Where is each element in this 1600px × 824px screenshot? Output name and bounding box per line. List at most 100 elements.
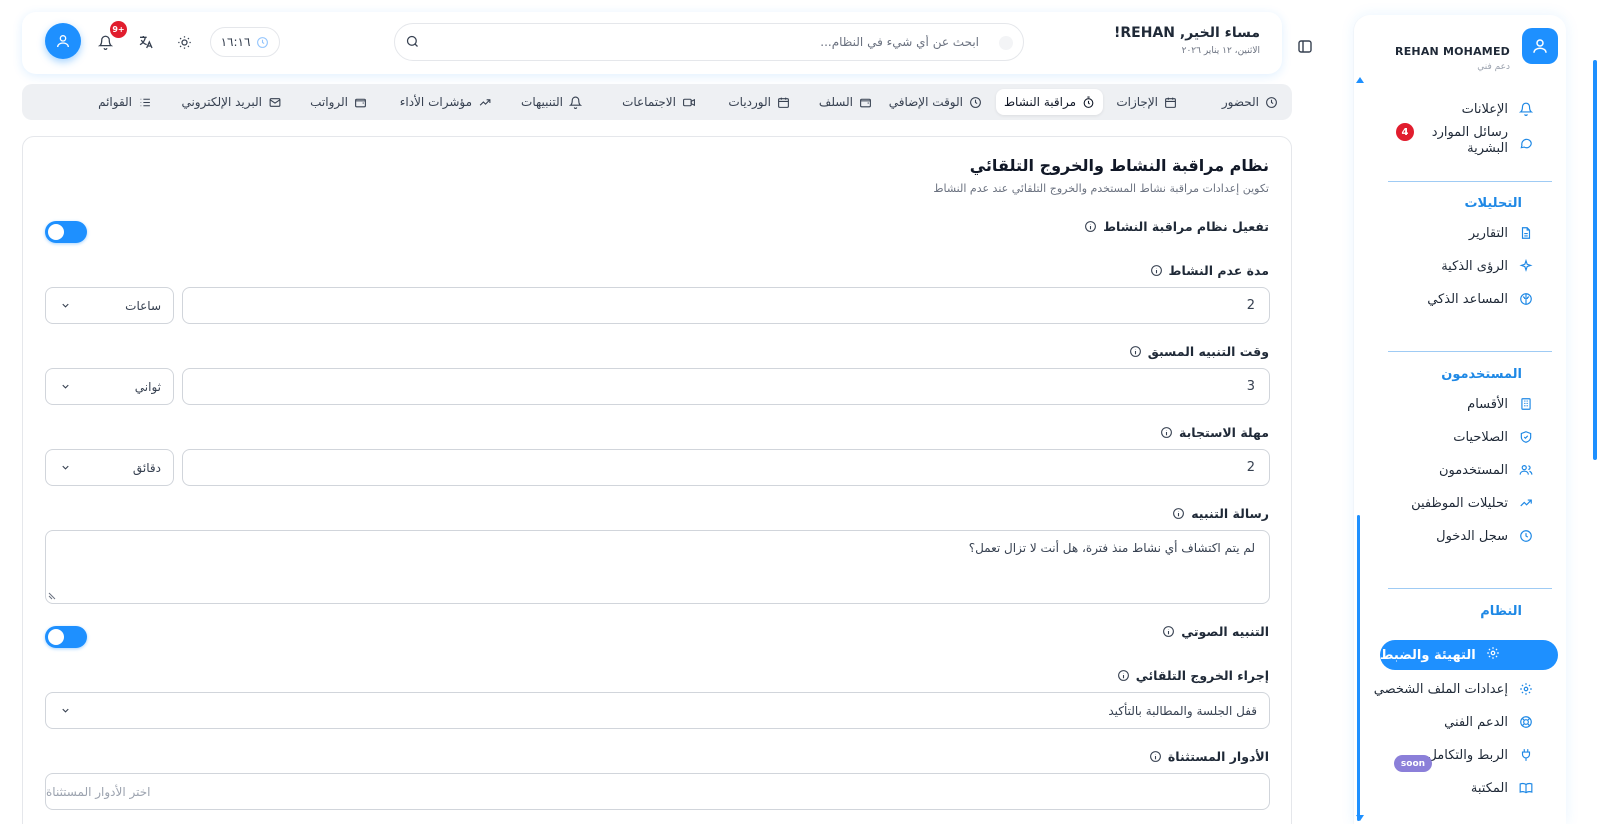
enable-monitoring-toggle[interactable] [45,221,87,243]
inactivity-unit-select[interactable]: ساعات [45,287,174,324]
sidebar-item-reports[interactable]: التقارير [1469,219,1534,247]
sidebar-user-header[interactable]: REHAN MOHAMED دعم فني [1354,15,1566,77]
sidebar-item-ai-assistant[interactable]: المساعد الذكي [1427,285,1534,313]
warning-unit-select[interactable]: ثواني [45,368,174,405]
page-scrollbar[interactable] [1593,60,1597,460]
info-icon[interactable] [1117,669,1130,682]
response-unit-select[interactable]: دقائق [45,449,174,486]
user-icon [57,35,69,48]
sidebar-divider [1388,588,1552,589]
sidebar-item-users[interactable]: المستخدمون [1439,456,1534,484]
info-icon[interactable] [1084,220,1097,233]
info-icon[interactable] [1160,426,1173,439]
sidebar-item-label: الإعلانات [1461,101,1508,117]
tab-overtime[interactable]: الوقت الإضافي [889,89,982,115]
tab-label: الرواتب [310,95,348,109]
scroll-down-arrow[interactable] [1356,815,1364,821]
sidebar-item-label: المستخدمون [1438,462,1508,478]
sidebar-item-label: الرؤى الذكية [1441,258,1508,274]
brain-icon [1518,291,1534,307]
sidebar-item-login-log[interactable]: سجل الدخول [1436,522,1534,550]
sidebar-item-library[interactable]: المكتبة [1471,774,1534,802]
sidebar-item-employee-analytics[interactable]: تحليلات الموظفين [1411,489,1534,517]
tab-label: البريد الإلكتروني [181,95,262,109]
tab-leaves[interactable]: الإجازات [1116,89,1177,115]
info-icon[interactable] [1129,345,1142,358]
toggle-knob [48,224,64,240]
current-date: الاثنين، ١٢ يناير ٢٠٢٦ [1181,46,1260,56]
sidebar-item-smart-insights[interactable]: الرؤى الذكية [1441,252,1534,280]
sidebar-item-announcements[interactable]: الإعلانات [1462,95,1534,123]
video-icon [683,98,695,106]
label-text: الأدوار المستثناة [1167,749,1269,764]
scroll-up-arrow[interactable] [1356,77,1364,83]
greeting: مساء الخير, REHAN! [1114,25,1260,41]
logout-action-label: إجراء الخروج التلقائي [1117,668,1269,683]
search-shortcut-indicator [999,36,1013,50]
sound-alert-label: التنبيه الصوتي [1162,624,1269,639]
resize-handle-icon[interactable] [48,592,56,600]
sidebar-item-integrations[interactable]: الربط والتكامل [1427,741,1534,769]
tab-advances[interactable]: السلف [819,89,872,115]
sidebar-item-label: الربط والتكامل [1427,747,1508,763]
user-avatar[interactable] [1522,28,1558,64]
tab-activity-monitoring[interactable]: مراقبة النشاط [995,89,1103,115]
tab-lists[interactable]: القوائم [98,89,152,115]
sidebar-toggle-icon[interactable] [1298,40,1312,53]
logout-action-select[interactable]: قفل الجلسة والمطالبة بالتأكيد [45,692,1270,729]
user-icon [1533,39,1547,53]
select-value: قفل الجلسة والمطالبة بالتأكيد [1108,703,1257,718]
language-button[interactable] [136,32,156,52]
info-icon[interactable] [1149,750,1162,763]
tab-label: الحضور [1221,95,1259,109]
search-box[interactable] [394,23,1024,61]
sidebar-item-label: سجل الدخول [1436,528,1508,544]
sparkle-icon [1518,258,1534,274]
tab-attendance[interactable]: الحضور [1222,89,1278,115]
label-text: مهلة الاستجابة [1179,425,1269,440]
sidebar-item-permissions[interactable]: الصلاحيات [1453,423,1534,451]
building-icon [1518,396,1534,412]
sidebar-item-hr-messages[interactable]: رسائل الموارد البشرية [1426,125,1534,169]
label-text: وقت التنبيه المسبق [1147,344,1269,359]
tab-meetings[interactable]: الاجتماعات [622,89,696,115]
info-icon[interactable] [1162,625,1175,638]
tab-label: الاجتماعات [622,95,676,109]
sidebar-scrollbar[interactable] [1357,515,1360,821]
inactivity-duration-label: مدة عدم النشاط [1150,263,1269,278]
inactivity-duration-input[interactable]: 2 [182,287,1270,324]
excluded-roles-select[interactable]: اختر الأدوار المستثناة [45,773,1270,810]
info-icon[interactable] [1172,507,1185,520]
header-user-avatar[interactable] [45,23,81,59]
module-tabs: الحضور الإجازات مراقبة النشاط الوقت الإض… [22,84,1292,120]
tab-label: التنبيهات [521,95,563,109]
lifebuoy-icon [1518,714,1534,730]
chevron-down-icon [62,303,69,308]
bell-icon [1518,101,1534,117]
warning-time-input[interactable]: 3 [182,368,1270,405]
sidebar-item-profile-settings[interactable]: إعدادات الملف الشخصي [1374,675,1534,703]
tab-payroll[interactable]: الرواتب [310,89,367,115]
response-timeout-input[interactable]: 2 [182,449,1270,486]
tab-kpis[interactable]: مؤشرات الأداء [400,89,492,115]
sidebar-section-system: النظام [1480,604,1522,619]
chevron-down-icon [62,384,69,389]
sidebar-item-label: تحليلات الموظفين [1411,495,1508,511]
warning-message-textarea[interactable]: لم يتم اكتشاف أي نشاط منذ فترة، هل أنت ل… [45,530,1270,604]
sound-alert-toggle[interactable] [45,626,87,648]
sidebar-item-configuration[interactable]: التهيئة والضبط [1380,640,1558,670]
sidebar-item-support[interactable]: الدعم الفني [1444,708,1534,736]
select-value: ثواني [134,379,161,394]
tab-email[interactable]: البريد الإلكتروني [181,89,282,115]
excluded-roles-label: الأدوار المستثناة [1149,749,1269,764]
theme-toggle-button[interactable] [174,32,194,52]
sidebar-item-departments[interactable]: الأقسام [1467,390,1534,418]
activity-monitoring-card: نظام مراقبة النشاط والخروج التلقائي تكوي… [22,136,1292,824]
tab-shifts[interactable]: الورديات [728,89,790,115]
info-icon[interactable] [1150,264,1163,277]
gear-icon [1486,646,1500,664]
users-icon [1518,462,1534,478]
toggle-knob [48,629,64,645]
search-input[interactable] [425,24,985,60]
tab-alerts[interactable]: التنبيهات [521,89,582,115]
